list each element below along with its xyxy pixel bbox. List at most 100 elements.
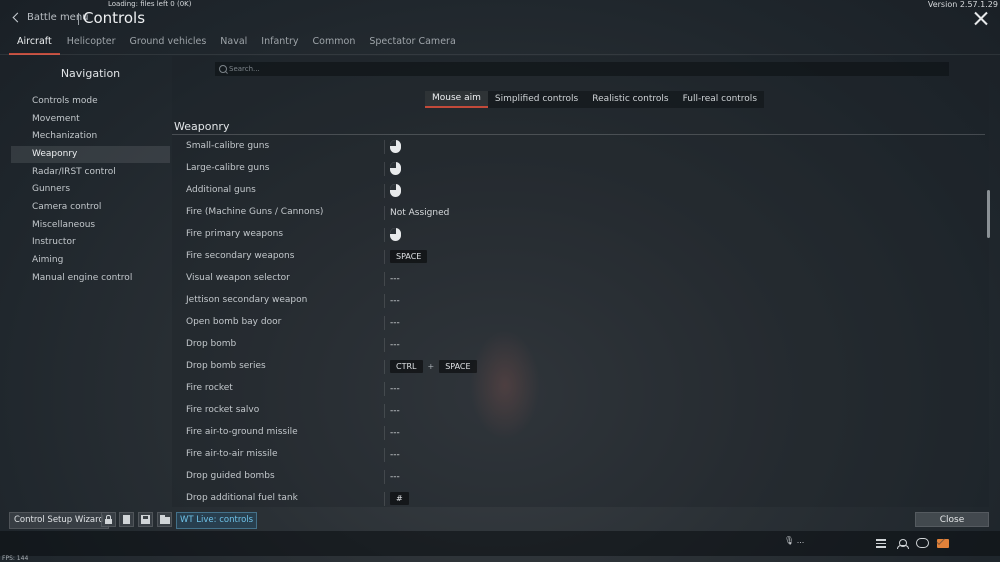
row-divider xyxy=(384,382,385,396)
nav-item-controls-mode[interactable]: Controls mode xyxy=(11,93,170,110)
tab-ground-vehicles[interactable]: Ground vehicles xyxy=(123,34,214,55)
mode-realistic[interactable]: Realistic controls xyxy=(585,91,675,108)
binding-value: --- xyxy=(390,383,400,394)
nav-item-aiming[interactable]: Aiming xyxy=(11,252,170,269)
binding-row[interactable]: Jettison secondary weapon --- xyxy=(186,290,976,311)
save-icon[interactable] xyxy=(138,512,153,527)
mail-icon[interactable] xyxy=(935,535,949,549)
binding-value: --- xyxy=(390,295,400,306)
control-setup-wizard-button[interactable]: Control Setup Wizard xyxy=(9,512,109,529)
tab-spectator-camera[interactable]: Spectator Camera xyxy=(362,34,462,55)
mode-simplified[interactable]: Simplified controls xyxy=(488,91,585,108)
row-divider xyxy=(384,316,385,330)
nav-item-mechanization[interactable]: Mechanization xyxy=(11,128,170,145)
binding-row[interactable]: Small-calibre guns xyxy=(186,136,976,157)
binding-value: --- xyxy=(390,405,400,416)
binding-label: Fire primary weapons xyxy=(186,229,284,239)
key-badge: CTRL xyxy=(390,360,423,373)
binding-label: Drop guided bombs xyxy=(186,471,275,481)
mode-full-real[interactable]: Full-real controls xyxy=(676,91,764,108)
binding-label: Open bomb bay door xyxy=(186,317,282,327)
binding-label: Visual weapon selector xyxy=(186,273,290,283)
tab-infantry[interactable]: Infantry xyxy=(254,34,305,55)
binding-label: Large-calibre guns xyxy=(186,163,270,173)
voice-chat[interactable]: 🎙 ... xyxy=(784,536,804,545)
binding-row[interactable]: Fire primary weapons xyxy=(186,224,976,245)
row-divider xyxy=(384,228,385,242)
binding-label: Additional guns xyxy=(186,185,256,195)
mode-mouse-aim[interactable]: Mouse aim xyxy=(425,91,488,108)
row-divider xyxy=(384,492,385,506)
plus-sign: + xyxy=(427,362,435,371)
row-divider xyxy=(384,140,385,154)
search-bar[interactable] xyxy=(215,62,949,76)
binding-row[interactable]: Large-calibre guns xyxy=(186,158,976,179)
binding-row[interactable]: Visual weapon selector --- xyxy=(186,268,976,289)
folder-icon[interactable] xyxy=(157,512,172,527)
binding-row[interactable]: Fire rocket salvo --- xyxy=(186,400,976,421)
tab-aircraft[interactable]: Aircraft xyxy=(9,34,60,55)
fps-counter: FPS: 144 xyxy=(2,555,29,562)
binding-row[interactable]: Drop bomb --- xyxy=(186,334,976,355)
chat-icon[interactable] xyxy=(916,537,929,549)
tabs-divider xyxy=(0,54,1000,55)
search-icon xyxy=(219,65,227,73)
nav-item-gunners[interactable]: Gunners xyxy=(11,181,170,198)
control-mode-tabs: Mouse aim Simplified controls Realistic … xyxy=(425,91,765,108)
binding-label: Fire (Machine Guns / Cannons) xyxy=(186,207,324,217)
search-input[interactable] xyxy=(229,65,929,73)
version-label: Version 2.57.1.29 xyxy=(927,0,998,9)
binding-row[interactable]: Fire air-to-air missile --- xyxy=(186,444,976,465)
document-icon[interactable] xyxy=(119,512,134,527)
binding-label: Fire rocket salvo xyxy=(186,405,260,415)
binding-row[interactable]: Fire secondary weapons SPACE xyxy=(186,246,976,267)
row-divider xyxy=(384,206,385,220)
binding-row[interactable]: Additional guns xyxy=(186,180,976,201)
bottom-toolbar: Control Setup Wizard WT Live: controls C… xyxy=(0,510,1000,530)
squad-icon[interactable] xyxy=(896,537,909,549)
nav-item-miscellaneous[interactable]: Miscellaneous xyxy=(11,217,170,234)
list-icon[interactable] xyxy=(875,537,887,549)
back-label: Battle menu xyxy=(27,12,89,23)
binding-label: Fire air-to-ground missile xyxy=(186,427,298,437)
binding-row[interactable]: Open bomb bay door --- xyxy=(186,312,976,333)
nav-item-camera-control[interactable]: Camera control xyxy=(11,199,170,216)
binding-row[interactable]: Fire air-to-ground missile --- xyxy=(186,422,976,443)
binding-row[interactable]: Drop bomb series CTRL + SPACE xyxy=(186,356,976,377)
key-badge: SPACE xyxy=(390,250,428,263)
nav-item-weaponry[interactable]: Weaponry xyxy=(11,146,170,163)
mouse-left-icon xyxy=(390,162,401,175)
page-title: Controls xyxy=(83,9,146,27)
binding-row[interactable]: Fire (Machine Guns / Cannons) Not Assign… xyxy=(186,202,976,223)
binding-value: CTRL + SPACE xyxy=(390,356,477,377)
nav-item-manual-engine[interactable]: Manual engine control xyxy=(11,270,170,287)
binding-value xyxy=(390,224,401,245)
binding-value: --- xyxy=(390,449,400,460)
nav-item-movement[interactable]: Movement xyxy=(11,111,170,128)
controls-panel: Mouse aim Simplified controls Realistic … xyxy=(172,56,989,507)
binding-row[interactable]: Drop guided bombs --- xyxy=(186,466,976,487)
row-divider xyxy=(384,426,385,440)
binding-row[interactable]: Drop additional fuel tank # xyxy=(186,488,976,509)
close-button[interactable]: Close xyxy=(915,512,989,527)
binding-value xyxy=(390,136,401,157)
row-divider xyxy=(384,470,385,484)
binding-label: Fire secondary weapons xyxy=(186,251,295,261)
binding-value: --- xyxy=(390,427,400,438)
binding-label: Fire air-to-air missile xyxy=(186,449,278,459)
voice-chat-text: ... xyxy=(796,536,805,545)
binding-row[interactable]: Fire rocket --- xyxy=(186,378,976,399)
nav-item-radar-irst[interactable]: Radar/IRST control xyxy=(11,164,170,181)
tab-helicopter[interactable]: Helicopter xyxy=(60,34,123,55)
close-icon[interactable] xyxy=(974,11,988,25)
lock-icon[interactable] xyxy=(101,512,116,527)
status-bar xyxy=(0,531,1000,556)
nav-item-instructor[interactable]: Instructor xyxy=(11,234,170,251)
tab-naval[interactable]: Naval xyxy=(213,34,254,55)
mouse-left-icon xyxy=(390,184,401,197)
binding-label: Drop additional fuel tank xyxy=(186,493,298,503)
tab-common[interactable]: Common xyxy=(306,34,363,55)
scrollbar-thumb[interactable] xyxy=(987,190,990,238)
binding-label: Fire rocket xyxy=(186,383,233,393)
wt-live-controls-link[interactable]: WT Live: controls xyxy=(176,512,258,529)
